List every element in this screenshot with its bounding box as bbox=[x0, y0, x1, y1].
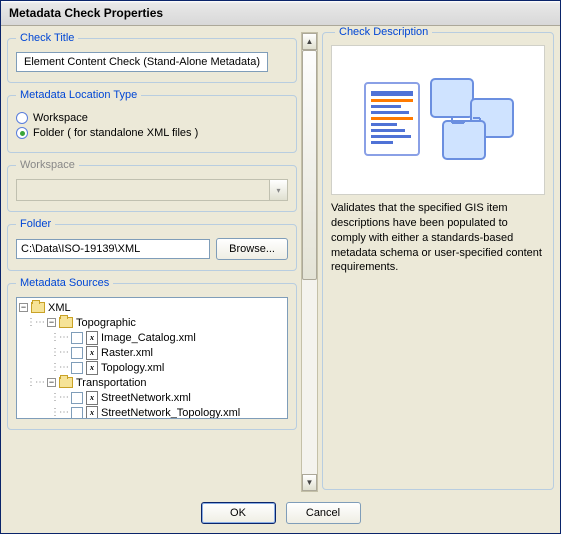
ok-button[interactable]: OK bbox=[201, 502, 276, 524]
checkbox[interactable] bbox=[71, 407, 83, 419]
tree-item[interactable]: ⋮⋯ x Topology.xml bbox=[19, 360, 285, 375]
scroll-thumb[interactable] bbox=[302, 50, 317, 280]
radio-folder[interactable]: Folder ( for standalone XML files ) bbox=[16, 127, 288, 139]
window-title: Metadata Check Properties bbox=[1, 1, 560, 26]
tree-folder[interactable]: ⋮⋯ − Topographic bbox=[19, 315, 285, 330]
metadata-sources-legend: Metadata Sources bbox=[16, 277, 113, 289]
checkbox[interactable] bbox=[71, 362, 83, 374]
tree-folder[interactable]: ⋮⋯ − Transportation bbox=[19, 375, 285, 390]
scroll-track[interactable] bbox=[302, 50, 317, 474]
radio-workspace-label: Workspace bbox=[33, 112, 88, 124]
sources-tree[interactable]: − XML ⋮⋯ − Topographic ⋮⋯ x Image_Catalo… bbox=[16, 297, 288, 419]
tree-item-label: StreetNetwork_Topology.xml bbox=[101, 407, 240, 419]
vertical-scrollbar[interactable]: ▲ ▼ bbox=[301, 32, 318, 492]
folder-icon bbox=[31, 302, 45, 313]
check-description-group: Check Description bbox=[322, 32, 554, 490]
checkbox[interactable] bbox=[71, 392, 83, 404]
xml-file-icon: x bbox=[86, 406, 98, 420]
checkbox[interactable] bbox=[71, 332, 83, 344]
check-title-field[interactable] bbox=[16, 52, 268, 72]
tree-item[interactable]: ⋮⋯ x Raster.xml bbox=[19, 345, 285, 360]
tree-item-label: Raster.xml bbox=[101, 347, 153, 359]
checkbox[interactable] bbox=[71, 347, 83, 359]
xml-file-icon: x bbox=[86, 346, 98, 360]
check-description-text: Validates that the specified GIS item de… bbox=[331, 201, 545, 275]
location-type-group: Metadata Location Type Workspace Folder … bbox=[7, 89, 297, 153]
scroll-down-icon[interactable]: ▼ bbox=[302, 474, 317, 491]
workspace-combo: ▾ bbox=[16, 179, 288, 201]
cancel-button[interactable]: Cancel bbox=[286, 502, 361, 524]
folder-group: Folder Browse... bbox=[7, 218, 297, 271]
xml-file-icon: x bbox=[86, 391, 98, 405]
check-description-legend: Check Description bbox=[335, 26, 432, 38]
tree-folder-label: Transportation bbox=[76, 377, 147, 389]
folder-path-field[interactable] bbox=[16, 239, 210, 259]
xml-file-icon: x bbox=[86, 361, 98, 375]
collapse-icon[interactable]: − bbox=[19, 303, 28, 312]
xml-file-icon: x bbox=[86, 331, 98, 345]
tree-item[interactable]: ⋮⋯ x StreetNetwork_Topology.xml bbox=[19, 405, 285, 419]
browse-button[interactable]: Browse... bbox=[216, 238, 288, 260]
radio-folder-label: Folder ( for standalone XML files ) bbox=[33, 127, 198, 139]
location-type-legend: Metadata Location Type bbox=[16, 89, 141, 101]
tree-item[interactable]: ⋮⋯ x Image_Catalog.xml bbox=[19, 330, 285, 345]
folder-icon bbox=[59, 317, 73, 328]
tree-root-label: XML bbox=[48, 302, 71, 314]
collapse-icon[interactable]: − bbox=[47, 378, 56, 387]
tree-item-label: Image_Catalog.xml bbox=[101, 332, 196, 344]
tree-item-label: Topology.xml bbox=[101, 362, 164, 374]
radio-workspace[interactable]: Workspace bbox=[16, 112, 288, 124]
dialog-footer: OK Cancel bbox=[1, 498, 560, 532]
tree-item[interactable]: ⋮⋯ x StreetNetwork.xml bbox=[19, 390, 285, 405]
tree-root[interactable]: − XML bbox=[19, 300, 285, 315]
metadata-sources-group: Metadata Sources − XML ⋮⋯ − Topographic … bbox=[7, 277, 297, 430]
check-title-legend: Check Title bbox=[16, 32, 78, 44]
radio-icon bbox=[16, 127, 28, 139]
workspace-legend: Workspace bbox=[16, 159, 79, 171]
chevron-down-icon: ▾ bbox=[270, 179, 288, 201]
scroll-up-icon[interactable]: ▲ bbox=[302, 33, 317, 50]
metadata-illustration-icon bbox=[353, 65, 523, 175]
tree-item-label: StreetNetwork.xml bbox=[101, 392, 191, 404]
check-title-group: Check Title bbox=[7, 32, 297, 83]
folder-icon bbox=[59, 377, 73, 388]
workspace-group: Workspace ▾ bbox=[7, 159, 297, 212]
tree-folder-label: Topographic bbox=[76, 317, 136, 329]
folder-legend: Folder bbox=[16, 218, 55, 230]
collapse-icon[interactable]: − bbox=[47, 318, 56, 327]
description-illustration bbox=[331, 45, 545, 195]
radio-icon bbox=[16, 112, 28, 124]
